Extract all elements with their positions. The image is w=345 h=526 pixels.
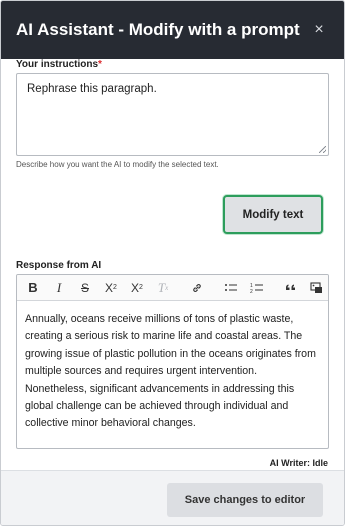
instructions-label: Your instructions* <box>16 59 102 70</box>
editor-toolbar: B I S X2 X2 Tx 12 <box>17 275 328 301</box>
subscript-icon[interactable]: X2 <box>125 278 149 298</box>
resize-grip-icon[interactable] <box>319 146 326 153</box>
instructions-value: Rephrase this paragraph. <box>27 83 157 95</box>
remove-format-icon[interactable]: Tx <box>151 278 175 298</box>
bulleted-list-icon[interactable] <box>219 278 243 298</box>
response-text[interactable]: Annually, oceans receive millions of ton… <box>17 301 328 433</box>
response-editor[interactable]: B I S X2 X2 Tx 12 Annually, oceans recei… <box>16 274 329 449</box>
instructions-textarea[interactable]: Rephrase this paragraph. <box>16 73 329 156</box>
blockquote-icon[interactable] <box>279 278 303 298</box>
close-icon[interactable]: × <box>308 19 330 41</box>
save-changes-button[interactable]: Save changes to editor <box>167 483 323 517</box>
svg-text:2: 2 <box>250 289 253 294</box>
strikethrough-icon[interactable]: S <box>73 278 97 298</box>
required-mark: * <box>98 59 102 70</box>
instructions-hint: Describe how you want the AI to modify t… <box>16 160 219 169</box>
dialog-title: AI Assistant - Modify with a prompt <box>16 20 300 39</box>
instructions-label-text: Your instructions <box>16 59 99 70</box>
ai-assistant-dialog: AI Assistant - Modify with a prompt × Yo… <box>0 0 345 526</box>
bold-icon[interactable]: B <box>21 278 45 298</box>
numbered-list-icon[interactable]: 12 <box>245 278 269 298</box>
superscript-icon[interactable]: X2 <box>99 278 123 298</box>
response-label: Response from AI <box>16 260 102 271</box>
ai-writer-status: AI Writer: Idle <box>269 458 328 468</box>
dialog-titlebar: AI Assistant - Modify with a prompt × <box>1 1 344 59</box>
media-icon[interactable] <box>305 278 328 298</box>
italic-icon[interactable]: I <box>47 278 71 298</box>
link-icon[interactable] <box>185 278 209 298</box>
dialog-footer: Save changes to editor <box>1 470 344 525</box>
modify-text-button[interactable]: Modify text <box>223 195 323 234</box>
